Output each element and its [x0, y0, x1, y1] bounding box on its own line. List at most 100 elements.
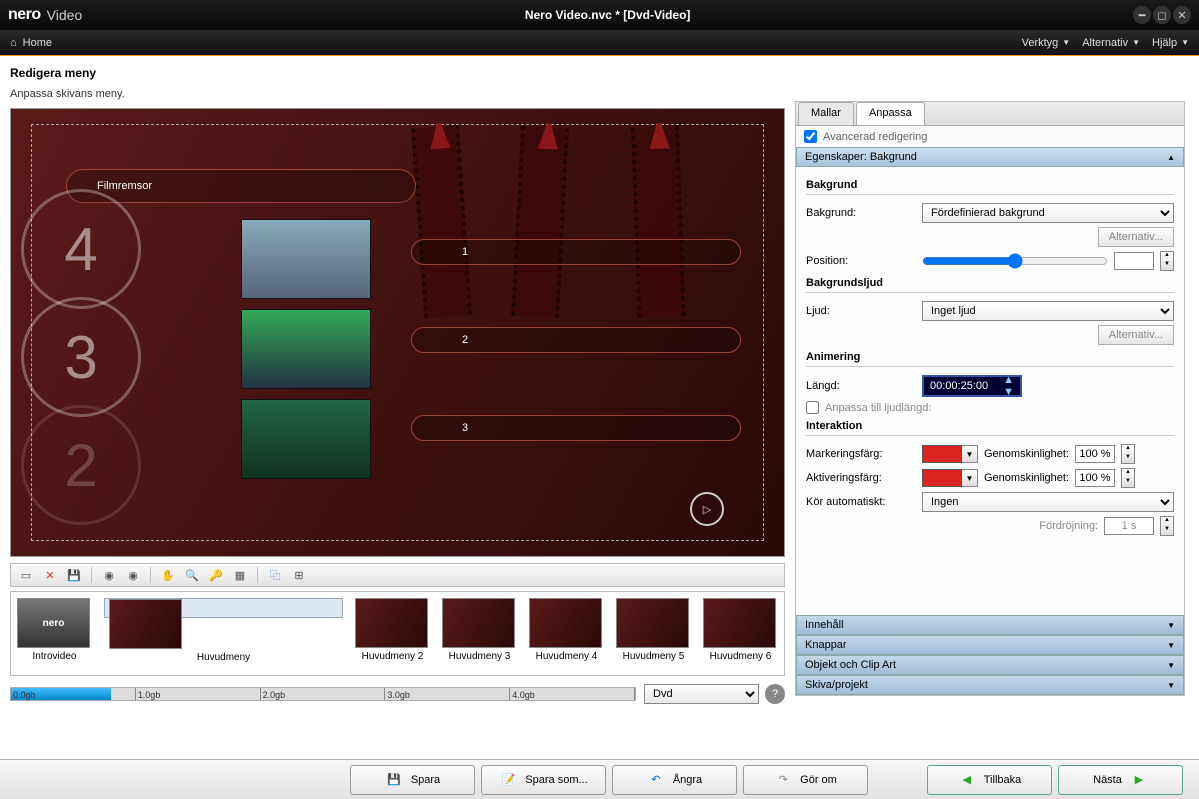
strip-thumb [616, 598, 689, 648]
menu-thumb-3[interactable] [241, 399, 371, 479]
strip-item[interactable]: Huvudmeny 6 [703, 598, 778, 669]
section-properties-bg[interactable]: Egenskaper: Bakgrund ▲ [796, 147, 1184, 167]
minimize-button[interactable]: ━ [1133, 6, 1151, 24]
home-label: Home [23, 37, 52, 49]
length-input[interactable]: 00:00:25:00 ▲▼ [922, 375, 1022, 397]
menu-help[interactable]: Hjälp▼ [1152, 37, 1189, 49]
home-icon: ⌂ [10, 37, 17, 49]
length-label: Längd: [806, 380, 916, 392]
section-content[interactable]: Innehåll▼ [796, 615, 1184, 635]
section-buttons[interactable]: Knappar▼ [796, 635, 1184, 655]
brand-product: Video [47, 7, 83, 23]
act-color-dd[interactable]: ▼ [962, 469, 978, 487]
delay-input[interactable] [1104, 517, 1154, 535]
zoom-in-icon[interactable]: 🔍 [183, 566, 201, 584]
sel-opacity-spinner[interactable]: ▲▼ [1121, 444, 1135, 464]
back-icon: ◀ [958, 771, 976, 789]
prev-icon[interactable]: ◉ [100, 566, 118, 584]
align-icon[interactable]: ⊞ [290, 566, 308, 584]
close-button[interactable]: ✕ [1173, 6, 1191, 24]
opacity2-label: Genomskinlighet: [984, 472, 1069, 484]
chevron-up-icon: ▲ [1167, 153, 1175, 162]
sel-color-swatch[interactable] [922, 445, 962, 463]
menu-options[interactable]: Alternativ▼ [1082, 37, 1140, 49]
menu-link-3[interactable]: 3 [411, 415, 741, 441]
strip-label: Huvudmeny 2 [355, 651, 430, 662]
advanced-editing-checkbox[interactable] [804, 130, 817, 143]
saveas-button[interactable]: 📝Spara som... [481, 765, 606, 795]
chevron-down-icon: ▼ [1132, 38, 1140, 47]
menu-thumb-2[interactable] [241, 309, 371, 389]
strip-label: Introvideo [17, 651, 92, 662]
bottom-toolbar: 💾Spara 📝Spara som... ↶Ångra ↷Gör om ◀Til… [0, 759, 1199, 799]
disk-tick: 1.0gb [136, 688, 261, 700]
menu-preview[interactable]: Filmremsor 4 3 2 1 2 3 ▷ [10, 108, 785, 557]
menu-link-2[interactable]: 2 [411, 327, 741, 353]
strip-item[interactable]: Huvudmeny 5 [616, 598, 691, 669]
strip-item[interactable]: nero Introvideo [17, 598, 92, 669]
act-color-swatch[interactable] [922, 469, 962, 487]
chevron-down-icon: ▼ [1167, 621, 1175, 630]
position-value[interactable] [1114, 252, 1154, 270]
sel-opacity-input[interactable] [1075, 445, 1115, 463]
act-opacity-spinner[interactable]: ▲▼ [1121, 468, 1135, 488]
bg-select[interactable]: Fördefinierad bakgrund [922, 203, 1174, 223]
back-button[interactable]: ◀Tillbaka [927, 765, 1052, 795]
strip-thumb: nero [17, 598, 90, 648]
hand-icon[interactable]: ✋ [159, 566, 177, 584]
page-title: Redigera meny [10, 66, 785, 80]
auto-label: Kör automatiskt: [806, 496, 916, 508]
chevron-down-icon: ▼ [1181, 38, 1189, 47]
strip-item[interactable]: Huvudmeny 2 [355, 598, 430, 669]
next-button[interactable]: Nästa▶ [1058, 765, 1183, 795]
save-icon[interactable]: 💾 [65, 566, 83, 584]
play-button[interactable]: ▷ [690, 492, 724, 526]
delay-spinner[interactable]: ▲▼ [1160, 516, 1174, 536]
strip-item[interactable]: Huvudmeny 3 [442, 598, 517, 669]
act-opacity-input[interactable] [1075, 469, 1115, 487]
help-icon[interactable]: ? [765, 684, 785, 704]
section-clipart[interactable]: Objekt och Clip Art▼ [796, 655, 1184, 675]
undo-button[interactable]: ↶Ångra [612, 765, 737, 795]
maximize-button[interactable]: ◻ [1153, 6, 1171, 24]
titlebar: nero Video Nero Video.nvc * [Dvd-Video] … [0, 0, 1199, 30]
strip-label: Huvudmeny 5 [616, 651, 691, 662]
section-disc[interactable]: Skiva/projekt▼ [796, 675, 1184, 695]
chevron-down-icon: ▼ [1167, 641, 1175, 650]
group-icon[interactable]: ⿻ [266, 566, 284, 584]
sound-options-button[interactable]: Alternativ... [1098, 325, 1174, 345]
disk-usage-bar: 0.0gb1.0gb2.0gb3.0gb4.0gb Dvd ? [10, 682, 785, 706]
auto-select[interactable]: Ingen [922, 492, 1174, 512]
tab-customize[interactable]: Anpassa [856, 102, 925, 125]
bg-options-button[interactable]: Alternativ... [1098, 227, 1174, 247]
position-spinner[interactable]: ▲▼ [1160, 251, 1174, 271]
menu-thumb-1[interactable] [241, 219, 371, 299]
zoom-out-icon[interactable]: 🔑 [207, 566, 225, 584]
strip-thumb [109, 599, 182, 649]
strip-item[interactable]: Huvudmeny 4 [529, 598, 604, 669]
countdown-decor: 4 3 2 [10, 189, 241, 513]
strip-item[interactable]: Huvudmeny [104, 598, 343, 618]
save-button[interactable]: 💾Spara [350, 765, 475, 795]
tab-templates[interactable]: Mallar [798, 102, 854, 125]
sel-color-dd[interactable]: ▼ [962, 445, 978, 463]
menu-link-1[interactable]: 1 [411, 239, 741, 265]
fit-audio-label: Anpassa till ljudlängd: [825, 402, 931, 414]
sound-label: Ljud: [806, 305, 916, 317]
delete-icon[interactable]: ✕ [41, 566, 59, 584]
redo-button[interactable]: ↷Gör om [743, 765, 868, 795]
group-interaction: Interaktion [806, 420, 1174, 432]
new-icon[interactable]: ▭ [17, 566, 35, 584]
fit-audio-checkbox[interactable] [806, 401, 819, 414]
grid-icon[interactable]: ▦ [231, 566, 249, 584]
menu-tools[interactable]: Verktyg▼ [1022, 37, 1071, 49]
strip-thumb [442, 598, 515, 648]
next-icon[interactable]: ◉ [124, 566, 142, 584]
menu-thumbnails [241, 219, 391, 489]
strip-label: Huvudmeny 4 [529, 651, 604, 662]
position-slider[interactable] [922, 253, 1108, 269]
home-button[interactable]: ⌂ Home [10, 37, 52, 49]
chevron-down-icon: ▼ [1062, 38, 1070, 47]
sound-select[interactable]: Inget ljud [922, 301, 1174, 321]
disc-type-select[interactable]: Dvd [644, 684, 759, 704]
